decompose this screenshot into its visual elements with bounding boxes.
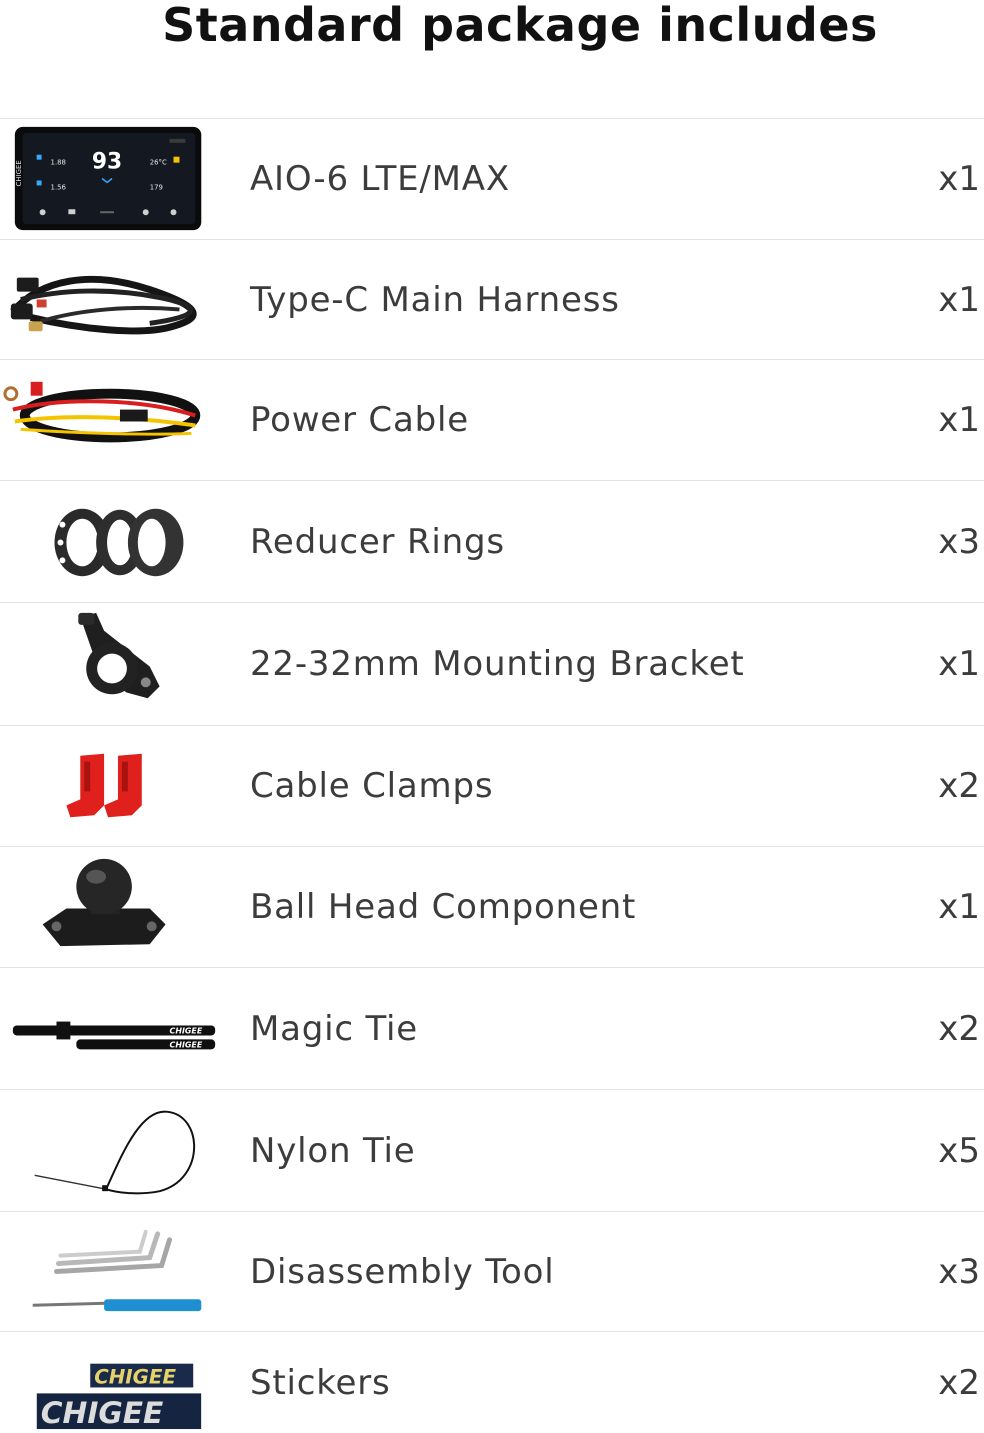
cable-clamps-icon <box>0 726 230 846</box>
svg-text:CHIGEE: CHIGEE <box>94 1365 176 1388</box>
ball-head-icon <box>0 847 230 967</box>
item-name: Ball Head Component <box>250 887 637 927</box>
item-name: Reducer Rings <box>250 521 505 562</box>
stickers-icon: CHIGEE CHIGEE <box>0 1332 230 1433</box>
list-item: Type-C Main Harness x1 <box>0 239 984 359</box>
list-item: CHIGEE CHIGEE Magic Tie x2 <box>0 967 984 1089</box>
list-item: Reducer Rings x3 <box>0 480 984 602</box>
item-quantity: x1 <box>938 644 980 684</box>
svg-text:CHIGEE: CHIGEE <box>170 1026 203 1035</box>
mounting-bracket-icon <box>0 603 230 725</box>
item-name: Nylon Tie <box>250 1130 416 1171</box>
item-quantity: x1 <box>938 400 980 440</box>
list-item: CHIGEE CHIGEE Stickers x2 <box>0 1331 984 1433</box>
item-quantity: x1 <box>938 279 980 320</box>
svg-text:CHIGEE: CHIGEE <box>170 1040 203 1049</box>
svg-text:26°C: 26°C <box>150 159 167 167</box>
display-device-icon: CHIGEE 93 1.88 1.56 26°C 179 <box>0 119 230 239</box>
item-quantity: x5 <box>938 1130 980 1171</box>
item-name: 22-32mm Mounting Bracket <box>250 644 745 684</box>
list-item: Power Cable x1 <box>0 359 984 480</box>
item-name: Type-C Main Harness <box>250 279 620 320</box>
power-cable-icon <box>0 360 230 480</box>
svg-text:1.88: 1.88 <box>51 159 66 167</box>
reducer-rings-icon <box>0 481 230 602</box>
device-speed: 93 <box>92 150 122 175</box>
item-quantity: x2 <box>938 1362 980 1403</box>
page-title: Standard package includes <box>162 0 878 52</box>
list-item: Nylon Tie x5 <box>0 1089 984 1211</box>
main-harness-icon <box>0 240 230 359</box>
item-quantity: x2 <box>938 766 980 806</box>
disassembly-tool-icon <box>0 1212 230 1331</box>
list-item: CHIGEE 93 1.88 1.56 26°C 179 AIO-6 LTE/M… <box>0 118 984 239</box>
nylon-tie-icon <box>0 1090 230 1211</box>
item-quantity: x1 <box>938 887 980 927</box>
list-item: Ball Head Component x1 <box>0 846 984 967</box>
item-quantity: x3 <box>938 1251 980 1292</box>
list-item: 22-32mm Mounting Bracket x1 <box>0 602 984 725</box>
device-brand: CHIGEE <box>15 160 23 186</box>
svg-text:179: 179 <box>150 183 163 191</box>
item-name: AIO-6 LTE/MAX <box>250 159 510 199</box>
svg-text:CHIGEE: CHIGEE <box>41 1396 164 1431</box>
item-name: Disassembly Tool <box>250 1251 555 1292</box>
item-quantity: x3 <box>938 521 980 562</box>
magic-tie-icon: CHIGEE CHIGEE <box>0 968 230 1089</box>
item-name: Magic Tie <box>250 1008 418 1049</box>
list-item: Disassembly Tool x3 <box>0 1211 984 1331</box>
svg-text:1.56: 1.56 <box>51 183 66 191</box>
item-name: Cable Clamps <box>250 766 494 806</box>
item-name: Power Cable <box>250 400 469 440</box>
list-item: Cable Clamps x2 <box>0 725 984 846</box>
item-quantity: x2 <box>938 1008 980 1049</box>
item-name: Stickers <box>250 1362 391 1403</box>
item-quantity: x1 <box>938 159 980 199</box>
